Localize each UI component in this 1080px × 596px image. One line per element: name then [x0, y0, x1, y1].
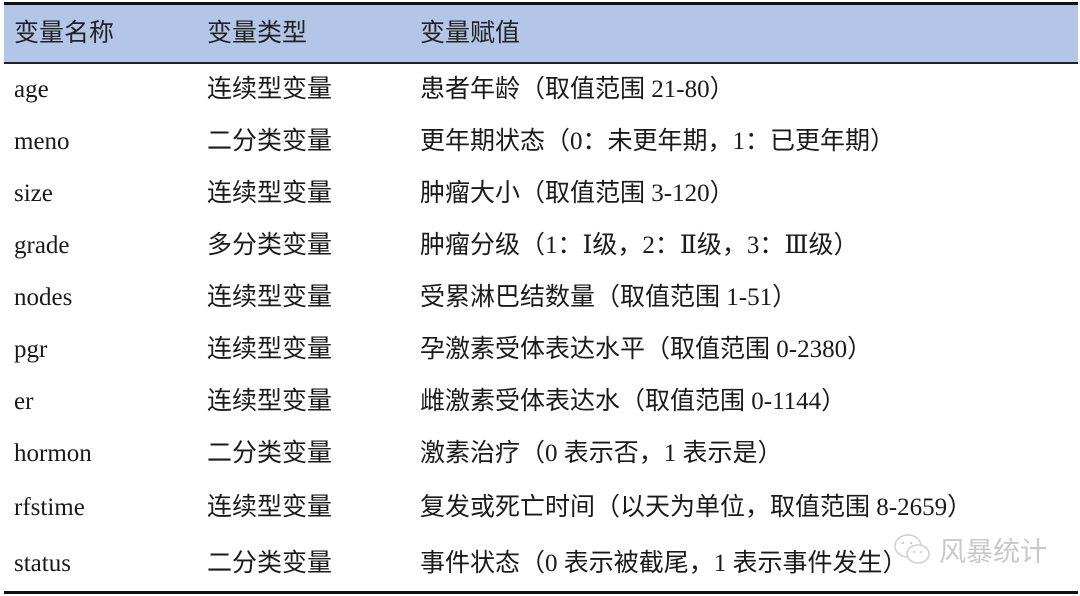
table-row: meno 二分类变量 更年期状态（0：未更年期，1：已更年期）: [4, 116, 1078, 168]
table-header: 变量名称 变量类型 变量赋值: [4, 5, 1078, 62]
cell-name: meno: [14, 128, 70, 155]
cell-type: 连续型变量: [207, 180, 333, 207]
cell-value: 激素治疗（0 表示否，1 表示是）: [420, 440, 783, 467]
cell-type: 二分类变量: [207, 550, 333, 577]
cell-type: 连续型变量: [207, 76, 333, 103]
cell-name: hormon: [14, 440, 92, 467]
cell-type: 连续型变量: [207, 284, 333, 311]
wechat-icon: [893, 533, 935, 567]
cell-type: 连续型变量: [207, 336, 333, 363]
header-variable-type: 变量类型: [207, 20, 308, 47]
cell-value: 雌激素受体表达水（取值范围 0-1144）: [420, 388, 847, 415]
cell-value: 肿瘤大小（取值范围 3-120）: [420, 180, 735, 207]
cell-value: 肿瘤分级（1：Ⅰ级，2：Ⅱ级，3：Ⅲ级）: [420, 232, 859, 259]
cell-name: size: [14, 180, 53, 207]
table-row: pgr 连续型变量 孕激素受体表达水平（取值范围 0-2380）: [4, 324, 1078, 376]
bottom-rule: [4, 591, 1078, 594]
cell-name: er: [14, 388, 34, 415]
cell-value: 更年期状态（0：未更年期，1：已更年期）: [420, 128, 896, 155]
cell-value: 复发或死亡时间（以天为单位，取值范围 8-2659）: [420, 494, 973, 521]
table-row: hormon 二分类变量 激素治疗（0 表示否，1 表示是）: [4, 428, 1078, 480]
table-row: age 连续型变量 患者年龄（取值范围 21-80）: [4, 64, 1078, 116]
cell-type: 连续型变量: [207, 494, 333, 521]
watermark: 风暴统计: [893, 530, 1047, 569]
cell-name: grade: [14, 232, 70, 259]
cell-type: 二分类变量: [207, 440, 333, 467]
cell-name: status: [14, 550, 71, 577]
variable-table: 变量名称 变量类型 变量赋值 age 连续型变量 患者年龄（取值范围 21-80…: [4, 2, 1078, 576]
cell-type: 连续型变量: [207, 388, 333, 415]
watermark-text: 风暴统计: [939, 537, 1047, 568]
table-row: rfstime 连续型变量 复发或死亡时间（以天为单位，取值范围 8-2659）: [4, 482, 1078, 534]
cell-name: rfstime: [14, 494, 85, 521]
header-variable-name: 变量名称: [14, 20, 115, 47]
table-row: nodes 连续型变量 受累淋巴结数量（取值范围 1-51）: [4, 272, 1078, 324]
header-variable-value: 变量赋值: [420, 20, 521, 47]
cell-type: 二分类变量: [207, 128, 333, 155]
cell-value: 受累淋巴结数量（取值范围 1-51）: [420, 284, 798, 311]
cell-name: nodes: [14, 284, 73, 311]
cell-value: 孕激素受体表达水平（取值范围 0-2380）: [420, 336, 873, 363]
cell-value: 患者年龄（取值范围 21-80）: [420, 76, 735, 103]
cell-name: pgr: [14, 336, 48, 363]
table-row: grade 多分类变量 肿瘤分级（1：Ⅰ级，2：Ⅱ级，3：Ⅲ级）: [4, 220, 1078, 272]
table-row: size 连续型变量 肿瘤大小（取值范围 3-120）: [4, 168, 1078, 220]
cell-name: age: [14, 76, 49, 103]
cell-type: 多分类变量: [207, 232, 333, 259]
table-row: er 连续型变量 雌激素受体表达水（取值范围 0-1144）: [4, 376, 1078, 428]
cell-value: 事件状态（0 表示被截尾，1 表示事件发生）: [420, 550, 908, 577]
